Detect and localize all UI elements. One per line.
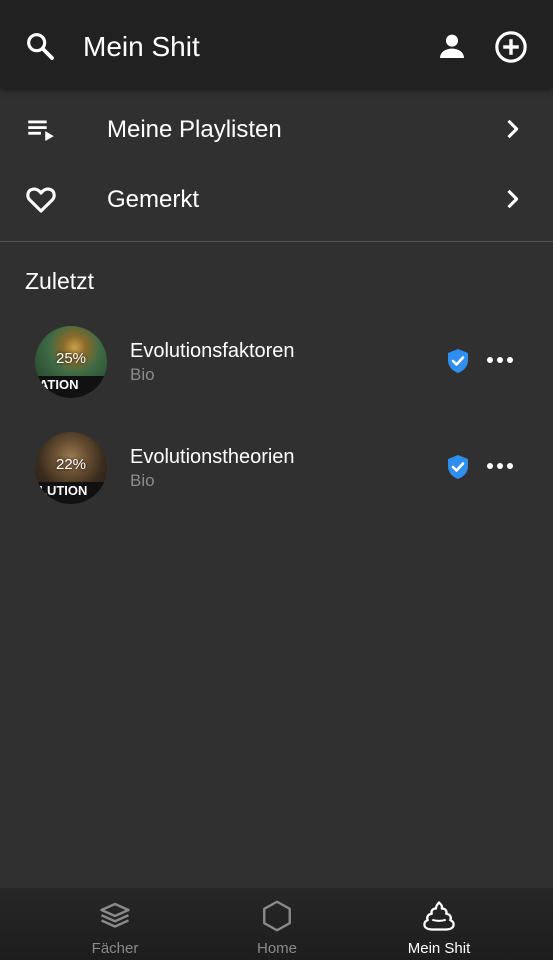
menu-item-label: Meine Playlisten [107,116,282,143]
heart-icon [26,187,56,213]
top-app-bar: Mein Shit [0,0,553,88]
verified-shield-icon [448,349,468,373]
tab-mein-shit[interactable]: Mein Shit [347,888,531,960]
progress-label: 25% [55,350,87,367]
tab-label: Home [256,940,297,957]
menu-item-label: Gemerkt [107,186,200,213]
thumbnail-caption: LUTION [35,482,107,504]
tab-label: Mein Shit [407,940,471,957]
verified-shield-icon [448,455,468,479]
item-title: Evolutionsfaktoren [130,340,295,362]
section-title-recent: Zuletzt [25,268,95,294]
thumbnail-image: 25% ATION [35,326,107,398]
more-options-icon[interactable] [486,460,514,472]
item-subject: Bio [130,365,155,384]
tab-faecher[interactable]: Fächer [23,888,207,960]
bottom-navigation: Fächer Home Mein Shit [0,888,553,960]
poop-icon [423,901,455,931]
chevron-right-icon [507,119,519,139]
stack-icon [100,902,130,928]
thumbnail-image: 22% LUTION [35,432,107,504]
tab-home[interactable]: Home [185,888,369,960]
page-title: Mein Shit [83,31,200,62]
tab-label: Fächer [91,940,139,957]
list-item[interactable]: 25% ATION Evolutionsfaktoren Bio [0,326,553,406]
add-circle-icon[interactable] [494,30,528,64]
thumbnail-caption: ATION [35,376,107,398]
list-item[interactable]: 22% LUTION Evolutionstheorien Bio [0,432,553,512]
hexagon-icon [263,900,291,932]
chevron-right-icon [507,189,519,209]
profile-icon[interactable] [436,30,468,62]
search-icon[interactable] [24,30,56,62]
item-title: Evolutionstheorien [130,446,295,468]
divider [0,241,553,242]
menu-item-playlists[interactable]: Meine Playlisten [0,95,553,165]
menu-item-bookmarked[interactable]: Gemerkt [0,165,553,235]
more-options-icon[interactable] [486,354,514,366]
playlist-icon [28,120,54,142]
item-subject: Bio [130,471,155,490]
progress-label: 22% [55,456,87,473]
